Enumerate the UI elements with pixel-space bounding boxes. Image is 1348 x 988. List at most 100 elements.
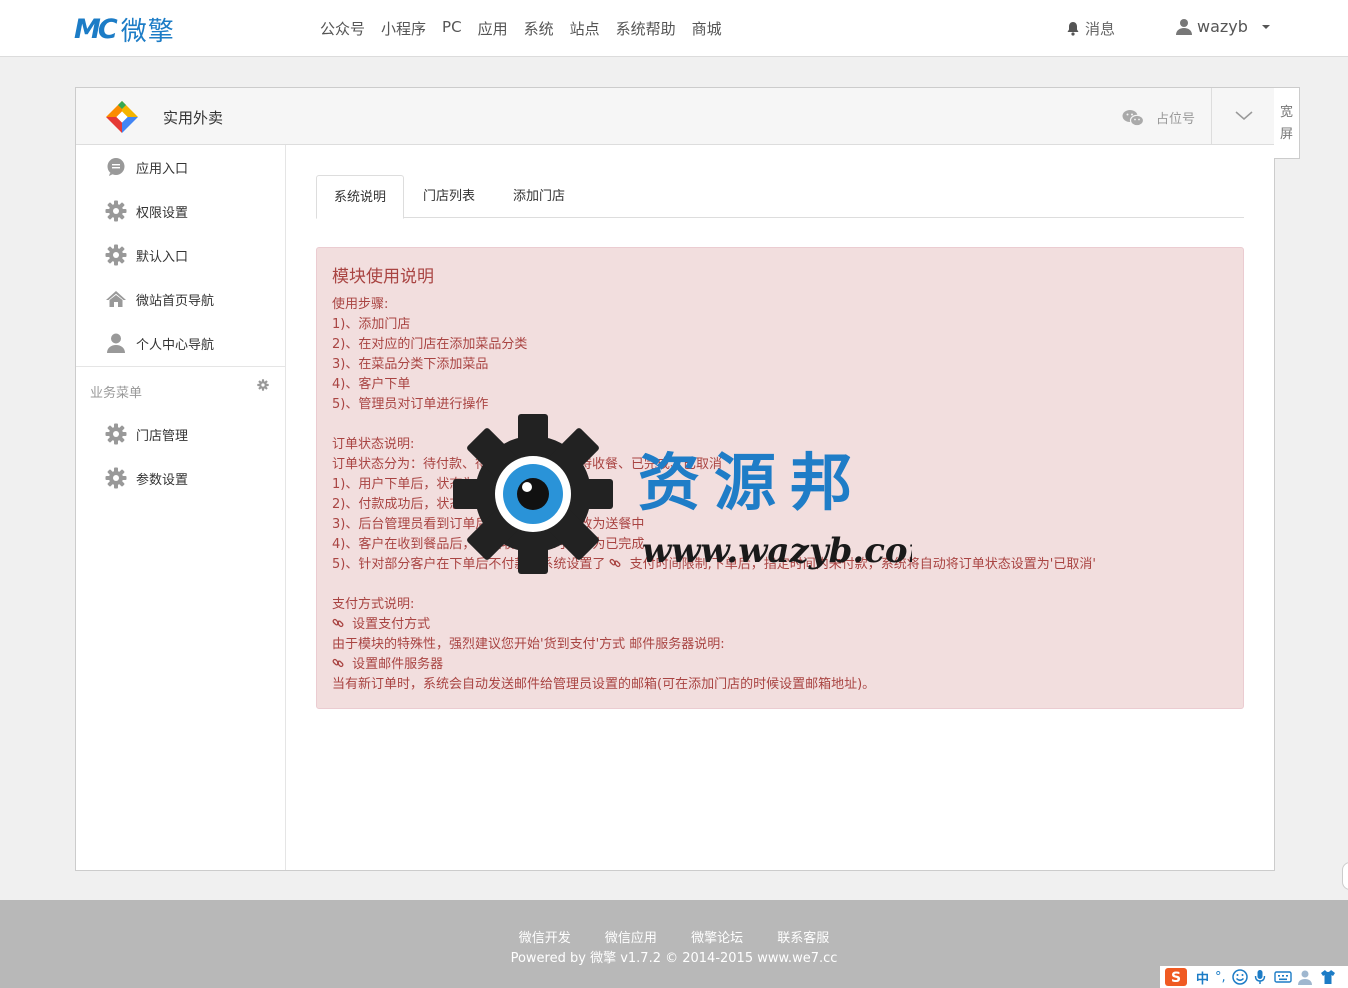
app-logo-icon — [106, 101, 138, 133]
main-nav: 公众号 小程序 PC 应用 系统 站点 系统帮助 商城 — [312, 18, 730, 39]
gear-icon[interactable] — [257, 379, 269, 391]
user-icon — [1176, 19, 1192, 35]
shirt-icon — [1320, 970, 1335, 984]
brand-name: 微擎 — [120, 16, 175, 47]
sidebar-item-label: 微站首页导航 — [136, 293, 215, 309]
user-menu[interactable]: wazyb — [1176, 17, 1270, 36]
gear-icon — [104, 243, 128, 267]
tab-store-list[interactable]: 门店列表 — [406, 175, 492, 218]
sidebar-item-permissions[interactable]: 权限设置 — [76, 189, 285, 233]
set-mail-server-link[interactable]: 设置邮件服务器 — [332, 655, 1228, 675]
content-tabs: 系统说明 门店列表 添加门店 — [316, 175, 1244, 219]
footer-links: 微信开发 微信应用 微擎论坛 联系客服 — [0, 927, 1348, 946]
sidebar-item-label: 门店管理 — [136, 428, 189, 444]
footer-link-forum[interactable]: 微擎论坛 — [691, 931, 743, 946]
sidebar-item-label: 个人中心导航 — [136, 337, 215, 353]
step-line: 1)、添加门店 — [332, 317, 411, 332]
status-line: 订单状态分为：待付款、待送餐、送餐中、待收餐、已完成、已取消 — [332, 457, 723, 472]
status-line: 1)、用户下单后，状态为待付款 — [332, 477, 515, 492]
svg-text:S: S — [1171, 970, 1181, 986]
sidebar-group-title: 业务菜单 — [90, 386, 143, 401]
status-line-5-pre: 5)、针对部分客户在下单后不付款，系统设置了 — [332, 557, 606, 572]
comment-icon — [104, 155, 128, 179]
sidebar-item-home-nav[interactable]: 微站首页导航 — [76, 277, 285, 321]
footer-link-wechat-dev[interactable]: 微信开发 — [519, 931, 571, 946]
home-icon — [104, 287, 128, 311]
notice-title: 模块使用说明 — [332, 267, 434, 287]
sidebar-divider — [76, 366, 285, 367]
set-payment-link[interactable]: 设置支付方式 — [332, 615, 1228, 635]
app-header: 实用外卖 占位号 — [76, 88, 1274, 145]
sidebar-item-store-management[interactable]: 门店管理 — [76, 412, 285, 456]
set-mail-server-label: 设置邮件服务器 — [352, 657, 444, 672]
punctuation-icon: °, — [1215, 969, 1226, 985]
user-icon — [104, 331, 128, 355]
brand-logo[interactable]: MC 微擎 — [74, 12, 175, 47]
side-float-handle[interactable] — [1342, 862, 1348, 890]
footer-copyright: Powered by 微擎 v1.7.2 © 2014-2015 www.we7… — [510, 951, 838, 966]
account-placeholder[interactable]: 占位号 — [1122, 108, 1195, 127]
sidebar-item-app-entry[interactable]: 应用入口 — [76, 145, 285, 189]
step-line: 5)、管理员对订单进行操作 — [332, 397, 489, 412]
sidebar-item-label: 应用入口 — [136, 161, 189, 177]
nav-miniprogram[interactable]: 小程序 — [381, 18, 426, 39]
mail-note: 当有新订单时，系统会自动发送邮件给管理员设置的邮箱(可在添加门店的时候设置邮箱地… — [332, 677, 876, 692]
nav-help[interactable]: 系统帮助 — [616, 18, 676, 39]
tab-add-store[interactable]: 添加门店 — [496, 175, 582, 218]
status-line: 4)、客户在收到餐品后，确认收餐，此时状态为已完成 — [332, 537, 645, 552]
pay-title: 支付方式说明: — [332, 597, 415, 612]
link-icon — [332, 618, 344, 628]
status-line: 2)、付款成功后，状态为待送餐 — [332, 497, 515, 512]
gear-icon — [104, 199, 128, 223]
tab-system-description[interactable]: 系统说明 — [316, 175, 404, 219]
status-title: 订单状态说明: — [332, 437, 415, 452]
header-divider — [1211, 88, 1212, 145]
chevron-down-icon[interactable] — [1234, 108, 1254, 122]
step-line: 2)、在对应的门店在添加菜品分类 — [332, 337, 528, 352]
sidebar-item-label: 参数设置 — [136, 472, 189, 488]
sidebar-item-default-entry[interactable]: 默认入口 — [76, 233, 285, 277]
status-line: 3)、后台管理员看到订单后，手动将状态修改为送餐中 — [332, 517, 645, 532]
chevron-down-icon — [1261, 24, 1270, 29]
app-panel: 实用外卖 占位号 应用入口 权限设置 默认入口 微站首页导航 个人中心导航 业务… — [75, 87, 1275, 871]
step-line: 4)、客户下单 — [332, 377, 411, 392]
sidebar-item-label: 权限设置 — [136, 205, 189, 221]
nav-pc[interactable]: PC — [442, 18, 462, 39]
smiley-icon — [1231, 969, 1248, 985]
set-payment-label: 设置支付方式 — [352, 617, 431, 632]
ime-toolbar[interactable]: S 中 °, — [1160, 966, 1348, 988]
gear-icon — [104, 422, 128, 446]
username: wazyb — [1197, 17, 1248, 36]
nav-site[interactable]: 站点 — [570, 18, 600, 39]
microphone-icon — [1254, 970, 1265, 984]
sidebar-item-user-center-nav[interactable]: 个人中心导航 — [76, 321, 285, 365]
pay-note: 由于模块的特殊性，强烈建议您开始'货到支付'方式 邮件服务器说明: — [332, 637, 725, 652]
placeholder-label: 占位号 — [1156, 112, 1196, 127]
sidebar-item-parameter-settings[interactable]: 参数设置 — [76, 456, 285, 500]
module-usage-notice: 模块使用说明 使用步骤: 1)、添加门店 2)、在对应的门店在添加菜品分类 3)… — [316, 247, 1244, 709]
status-line-5: 5)、针对部分客户在下单后不付款，系统设置了 支付时间限制,下单后，指定时间内未… — [332, 555, 1228, 575]
link-icon — [332, 658, 344, 668]
footer: 微信开发 微信应用 微擎论坛 联系客服 Powered by 微擎 v1.7.2… — [0, 900, 1348, 988]
messages-link[interactable]: 消息 — [1066, 18, 1115, 39]
step-line: 3)、在菜品分类下添加菜品 — [332, 357, 489, 372]
user-icon — [1297, 970, 1312, 985]
nav-system[interactable]: 系统 — [524, 18, 554, 39]
sidebar: 应用入口 权限设置 默认入口 微站首页导航 个人中心导航 业务菜单 门店管理 参… — [76, 145, 286, 870]
sogou-logo-icon: S — [1165, 968, 1187, 986]
nav-apps[interactable]: 应用 — [478, 18, 508, 39]
keyboard-icon — [1273, 971, 1292, 983]
link-icon[interactable] — [609, 557, 621, 569]
app-title: 实用外卖 — [163, 109, 224, 127]
wechat-icon — [1122, 109, 1144, 126]
footer-link-wechat-apps[interactable]: 微信应用 — [605, 931, 657, 946]
gear-icon — [104, 466, 128, 490]
footer-link-support[interactable]: 联系客服 — [777, 931, 829, 946]
widescreen-label-1: 宽 — [1279, 105, 1293, 120]
nav-gongzhonghao[interactable]: 公众号 — [320, 18, 365, 39]
status-line-5-post: 支付时间限制,下单后，指定时间内未付款，系统将自动将订单状态设置为'已取消' — [629, 557, 1096, 572]
widescreen-toggle[interactable]: 宽 屏 — [1274, 87, 1300, 159]
steps-title: 使用步骤: — [332, 297, 389, 312]
sidebar-item-label: 默认入口 — [136, 249, 189, 265]
nav-store[interactable]: 商城 — [692, 18, 722, 39]
